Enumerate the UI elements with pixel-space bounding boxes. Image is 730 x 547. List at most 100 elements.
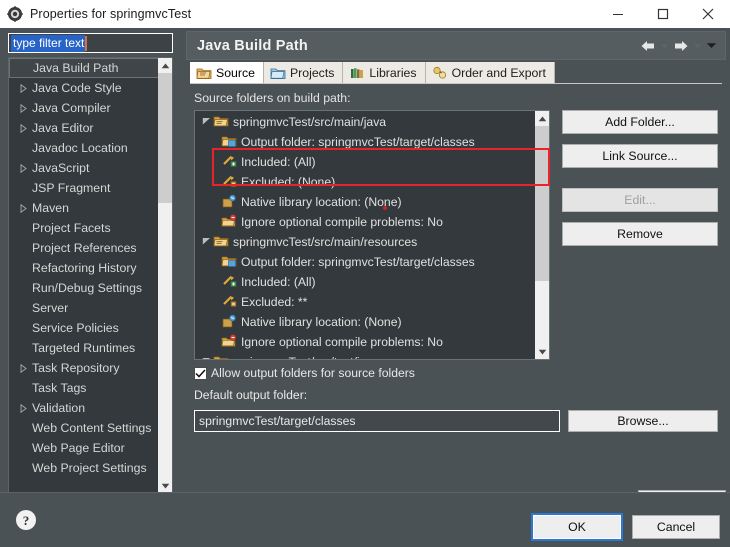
- scroll-up-icon[interactable]: [158, 58, 172, 73]
- scroll-down-icon[interactable]: [535, 344, 549, 359]
- forward-arrow-icon[interactable]: [673, 39, 689, 53]
- collapse-arrow-icon[interactable]: [199, 237, 213, 245]
- collapse-arrow-icon[interactable]: [199, 357, 213, 359]
- tab-label: Order and Export: [451, 65, 546, 80]
- source-tree-vertical-scrollbar[interactable]: [535, 111, 549, 359]
- default-output-folder-input[interactable]: springmvcTest/target/classes: [194, 410, 560, 432]
- sidebar-item-refactoring-history[interactable]: Refactoring History: [9, 258, 172, 278]
- window-controls: [595, 0, 730, 28]
- sidebar-item-server[interactable]: Server: [9, 298, 172, 318]
- sidebar-item-validation[interactable]: Validation: [9, 398, 172, 418]
- sidebar-item-project-references[interactable]: Project References: [9, 238, 172, 258]
- source-tree-row[interactable]: springmvcTest/src/main/java: [195, 111, 549, 131]
- settings-content-pane: Java Build Path Source Projects Librarie…: [182, 28, 730, 492]
- source-tree-row-label: Ignore optional compile problems: No: [241, 334, 443, 349]
- sidebar-item-web-project-settings[interactable]: Web Project Settings: [9, 458, 172, 478]
- sidebar-item-label: Project Facets: [32, 221, 111, 235]
- sidebar-vertical-scrollbar[interactable]: [158, 58, 172, 493]
- ok-button[interactable]: OK: [531, 513, 623, 541]
- tab-projects[interactable]: Projects: [263, 62, 344, 83]
- sidebar-item-label: Task Repository: [32, 361, 120, 375]
- allow-output-folders-checkbox[interactable]: [194, 366, 207, 380]
- sidebar-item-jsp-fragment[interactable]: JSP Fragment: [9, 178, 172, 198]
- source-tree-row[interactable]: Output folder: springmvcTest/target/clas…: [195, 131, 549, 151]
- build-path-tabs: Source Projects Libraries Order and Export: [190, 62, 722, 84]
- ignore-problems-icon: [221, 333, 237, 349]
- filter-input[interactable]: type filter text: [8, 33, 173, 53]
- remove-button[interactable]: Remove: [562, 222, 718, 246]
- source-tree-row-label: Output folder: springmvcTest/target/clas…: [241, 134, 475, 149]
- scroll-up-icon[interactable]: [535, 111, 549, 126]
- sidebar-item-run-debug-settings[interactable]: Run/Debug Settings: [9, 278, 172, 298]
- dialog-footer: ? OK Cancel: [0, 492, 730, 547]
- sidebar-item-project-facets[interactable]: Project Facets: [9, 218, 172, 238]
- source-tree-row[interactable]: Native library location: (None): [195, 311, 549, 331]
- sidebar-item-web-content-settings[interactable]: Web Content Settings: [9, 418, 172, 438]
- tab-libraries[interactable]: Libraries: [343, 62, 426, 83]
- add-folder-button[interactable]: Add Folder...: [562, 110, 718, 134]
- source-tree-row-label: Included: (All): [241, 274, 316, 289]
- source-tree-row-label: Native library location: (None): [241, 194, 402, 209]
- annotation-dot: [383, 206, 387, 210]
- sidebar-item-label: Service Policies: [32, 321, 119, 335]
- source-tree-row[interactable]: Included: (All): [195, 271, 549, 291]
- help-icon[interactable]: ?: [15, 509, 37, 531]
- expand-arrow-icon[interactable]: [17, 163, 30, 173]
- tab-label: Source: [216, 65, 255, 80]
- source-tree-row[interactable]: Ignore optional compile problems: No: [195, 211, 549, 231]
- link-source-button[interactable]: Link Source...: [562, 144, 718, 168]
- minimize-icon[interactable]: [595, 0, 640, 28]
- sidebar-item-web-page-editor[interactable]: Web Page Editor: [9, 438, 172, 458]
- page-navigation: [636, 39, 717, 53]
- sidebar-item-service-policies[interactable]: Service Policies: [9, 318, 172, 338]
- settings-tree[interactable]: Java Build Path Java Code Style Java Compi…: [8, 57, 173, 494]
- expand-arrow-icon[interactable]: [17, 103, 30, 113]
- source-tree-scroll-thumb[interactable]: [535, 126, 549, 281]
- sidebar-item-maven[interactable]: Maven: [9, 198, 172, 218]
- source-tree-row[interactable]: Native library location: (None): [195, 191, 549, 211]
- source-tree-row[interactable]: Ignore optional compile problems: No: [195, 331, 549, 351]
- source-tree-row-label: springmvcTest/src/main/resources: [233, 234, 418, 249]
- source-tree-row[interactable]: Output folder: springmvcTest/target/clas…: [195, 251, 549, 271]
- sidebar-item-javascript[interactable]: JavaScript: [9, 158, 172, 178]
- sidebar-item-label: Maven: [32, 201, 69, 215]
- collapse-arrow-icon[interactable]: [199, 117, 213, 125]
- sidebar-scroll-thumb[interactable]: [158, 73, 172, 203]
- sidebar-item-task-repository[interactable]: Task Repository: [9, 358, 172, 378]
- page-title: Java Build Path: [197, 37, 308, 54]
- chevron-down-icon[interactable]: [706, 42, 717, 49]
- sidebar-item-java-build-path[interactable]: Java Build Path: [9, 58, 170, 78]
- expand-arrow-icon[interactable]: [17, 363, 30, 373]
- tab-order-and-export[interactable]: Order and Export: [425, 62, 555, 83]
- tab-source[interactable]: Source: [190, 62, 264, 83]
- maximize-icon[interactable]: [640, 0, 685, 28]
- browse-button[interactable]: Browse...: [568, 410, 718, 432]
- sidebar-item-javadoc-location[interactable]: Javadoc Location: [9, 138, 172, 158]
- ignore-problems-icon: [221, 213, 237, 229]
- expand-arrow-icon[interactable]: [17, 83, 30, 93]
- sidebar-item-java-code-style[interactable]: Java Code Style: [9, 78, 172, 98]
- expand-arrow-icon[interactable]: [17, 123, 30, 133]
- forward-dropdown-icon[interactable]: [693, 43, 702, 49]
- source-tree-row[interactable]: springmvcTest/src/test/java: [195, 351, 549, 360]
- source-tree-row[interactable]: Included: (All): [195, 151, 549, 171]
- source-tree-row[interactable]: Excluded: **: [195, 291, 549, 311]
- back-arrow-icon[interactable]: [640, 39, 656, 53]
- close-icon[interactable]: [685, 0, 730, 28]
- scroll-down-icon[interactable]: [158, 478, 172, 493]
- sidebar-item-java-compiler[interactable]: Java Compiler: [9, 98, 172, 118]
- source-folders-tree[interactable]: springmvcTest/src/main/java Output folder…: [194, 110, 550, 360]
- source-tree-row[interactable]: springmvcTest/src/main/resources: [195, 231, 549, 251]
- source-tree-row-label: Native library location: (None): [241, 314, 402, 329]
- source-tree-row-label: Excluded: **: [241, 294, 308, 309]
- expand-arrow-icon[interactable]: [17, 403, 30, 413]
- source-tree-row[interactable]: Excluded: (None): [195, 171, 549, 191]
- back-dropdown-icon[interactable]: [660, 43, 669, 49]
- cancel-button[interactable]: Cancel: [632, 515, 720, 539]
- expand-arrow-icon[interactable]: [17, 203, 30, 213]
- allow-output-folders-row[interactable]: Allow output folders for source folders: [194, 366, 415, 380]
- sidebar-item-java-editor[interactable]: Java Editor: [9, 118, 172, 138]
- source-tree-row-label: springmvcTest/src/test/java: [233, 354, 379, 360]
- sidebar-item-task-tags[interactable]: Task Tags: [9, 378, 172, 398]
- sidebar-item-targeted-runtimes[interactable]: Targeted Runtimes: [9, 338, 172, 358]
